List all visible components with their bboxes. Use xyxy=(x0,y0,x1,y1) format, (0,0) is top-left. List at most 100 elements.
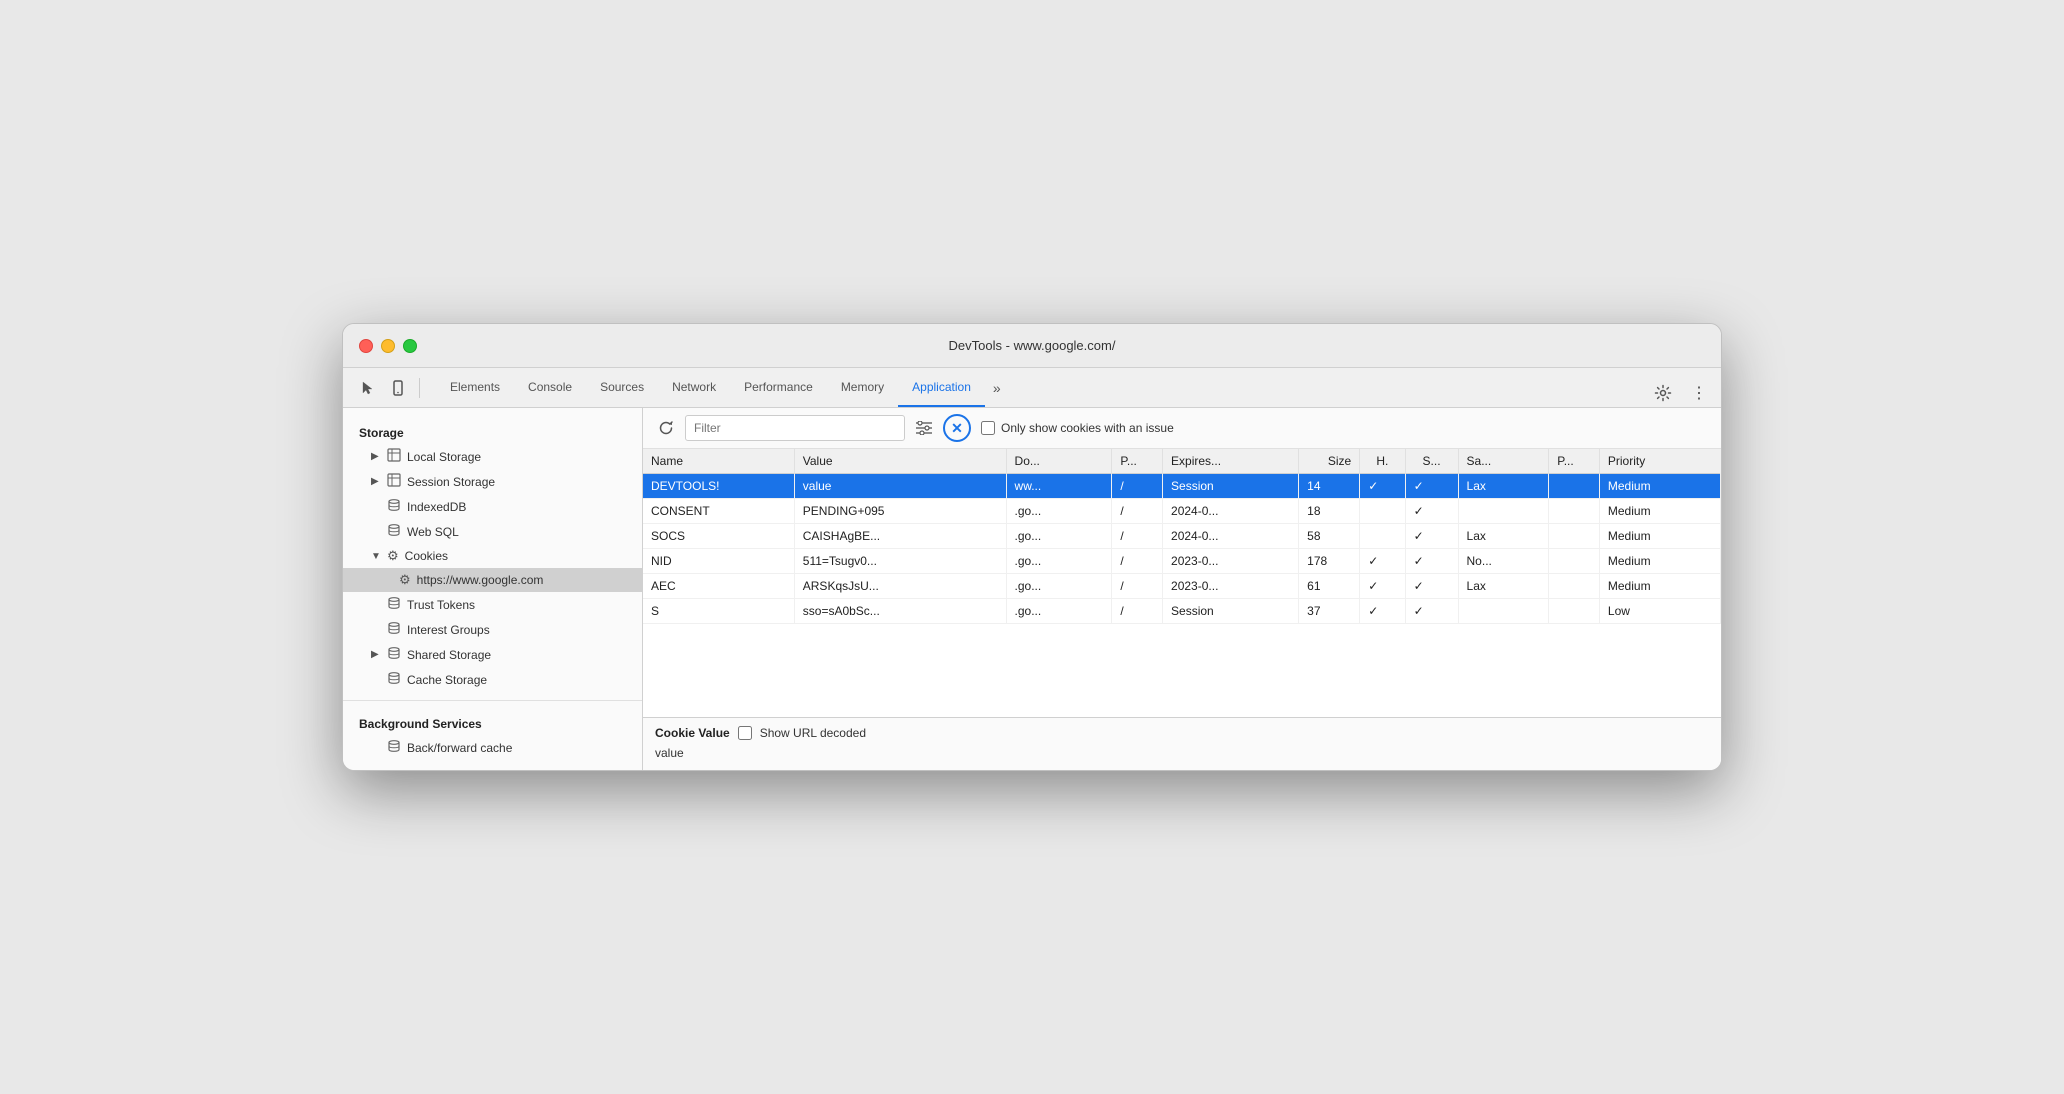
cell-name: DEVTOOLS! xyxy=(643,474,794,499)
cell-httponly: ✓ xyxy=(1360,574,1405,599)
col-header-priority[interactable]: Priority xyxy=(1599,449,1720,474)
back-forward-cache-icon xyxy=(387,739,401,756)
clear-button[interactable]: ✕ xyxy=(943,414,971,442)
sidebar-item-back-forward-cache[interactable]: ▶ Back/forward cache xyxy=(343,735,642,760)
cell-size: 18 xyxy=(1299,499,1360,524)
window-title: DevTools - www.google.com/ xyxy=(949,338,1116,353)
cell-priority2 xyxy=(1549,549,1600,574)
cell-priority: Medium xyxy=(1599,549,1720,574)
cell-path: / xyxy=(1112,474,1163,499)
close-button[interactable] xyxy=(359,339,373,353)
interest-groups-label: Interest Groups xyxy=(407,623,490,637)
col-header-secure[interactable]: S... xyxy=(1405,449,1458,474)
cell-priority: Low xyxy=(1599,599,1720,624)
shared-storage-icon xyxy=(387,646,401,663)
tab-more-button[interactable]: » xyxy=(985,368,1009,407)
cell-path: / xyxy=(1112,524,1163,549)
tab-performance[interactable]: Performance xyxy=(730,368,827,407)
cell-name: AEC xyxy=(643,574,794,599)
sidebar-item-local-storage[interactable]: ▶ Local Storage xyxy=(343,444,642,469)
local-storage-label: Local Storage xyxy=(407,450,481,464)
cell-expires: 2024-0... xyxy=(1163,499,1299,524)
table-row[interactable]: AECARSKqsJsU....go.../2023-0...61✓✓LaxMe… xyxy=(643,574,1721,599)
storage-section-title: Storage xyxy=(343,418,642,444)
cookie-table: Name Value Do... P... Expires... Size H.… xyxy=(643,449,1721,717)
tab-sources[interactable]: Sources xyxy=(586,368,658,407)
devtools-window: DevTools - www.google.com/ xyxy=(342,323,1722,771)
cell-size: 37 xyxy=(1299,599,1360,624)
cell-httponly: ✓ xyxy=(1360,549,1405,574)
sidebar-item-session-storage[interactable]: ▶ Session Storage xyxy=(343,469,642,494)
cell-httponly: ✓ xyxy=(1360,599,1405,624)
table-row[interactable]: NID511=Tsugv0....go.../2023-0...178✓✓No.… xyxy=(643,549,1721,574)
tab-application[interactable]: Application xyxy=(898,368,985,407)
col-header-priority2[interactable]: P... xyxy=(1549,449,1600,474)
main-panel: ✕ Only show cookies with an issue Name V… xyxy=(643,408,1721,770)
sidebar-item-indexeddb[interactable]: ▶ IndexedDB xyxy=(343,494,642,519)
refresh-button[interactable] xyxy=(653,415,679,441)
tabs-bar: Elements Console Sources Network Perform… xyxy=(343,368,1721,408)
cell-domain: .go... xyxy=(1006,499,1112,524)
cursor-icon[interactable] xyxy=(355,375,381,401)
tab-network[interactable]: Network xyxy=(658,368,730,407)
minimize-button[interactable] xyxy=(381,339,395,353)
col-header-httponly[interactable]: H. xyxy=(1360,449,1405,474)
web-sql-icon xyxy=(387,523,401,540)
cell-priority2 xyxy=(1549,524,1600,549)
tab-elements[interactable]: Elements xyxy=(436,368,514,407)
table-row[interactable]: CONSENTPENDING+095.go.../2024-0...18✓Med… xyxy=(643,499,1721,524)
tab-icon-group xyxy=(351,368,428,407)
sidebar-item-web-sql[interactable]: ▶ Web SQL xyxy=(343,519,642,544)
col-header-path[interactable]: P... xyxy=(1112,449,1163,474)
sidebar-item-trust-tokens[interactable]: ▶ Trust Tokens xyxy=(343,592,642,617)
col-header-domain[interactable]: Do... xyxy=(1006,449,1112,474)
cell-value: CAISHAgBE... xyxy=(794,524,1006,549)
cell-size: 14 xyxy=(1299,474,1360,499)
cell-size: 58 xyxy=(1299,524,1360,549)
filter-settings-button[interactable] xyxy=(911,415,937,441)
more-options-icon[interactable]: ⋮ xyxy=(1685,379,1713,407)
sidebar-item-cache-storage[interactable]: ▶ Cache Storage xyxy=(343,667,642,692)
maximize-button[interactable] xyxy=(403,339,417,353)
cell-expires: 2023-0... xyxy=(1163,549,1299,574)
issue-checkbox[interactable] xyxy=(981,421,995,435)
cell-domain: ww... xyxy=(1006,474,1112,499)
table-row[interactable]: DEVTOOLS!valueww.../Session14✓✓LaxMedium xyxy=(643,474,1721,499)
arrow-icon: ▼ xyxy=(371,551,381,562)
col-header-expires[interactable]: Expires... xyxy=(1163,449,1299,474)
cell-priority2 xyxy=(1549,599,1600,624)
cell-samesite xyxy=(1458,599,1549,624)
sidebar-item-cookies[interactable]: ▼ ⚙ Cookies xyxy=(343,544,642,568)
cell-secure: ✓ xyxy=(1405,549,1458,574)
table-row[interactable]: SOCSCAISHAgBE....go.../2024-0...58✓LaxMe… xyxy=(643,524,1721,549)
settings-icon[interactable] xyxy=(1649,379,1677,407)
cell-value: sso=sA0bSc... xyxy=(794,599,1006,624)
sidebar: Storage ▶ Local Storage ▶ xyxy=(343,408,643,770)
col-header-size[interactable]: Size xyxy=(1299,449,1360,474)
sidebar-item-shared-storage[interactable]: ▶ Shared Storage xyxy=(343,642,642,667)
cookies-label: Cookies xyxy=(405,549,448,563)
col-header-value[interactable]: Value xyxy=(794,449,1006,474)
table-row[interactable]: Ssso=sA0bSc....go.../Session37✓✓Low xyxy=(643,599,1721,624)
cell-samesite: Lax xyxy=(1458,574,1549,599)
cell-priority2 xyxy=(1549,474,1600,499)
issue-checkbox-area: Only show cookies with an issue xyxy=(981,421,1174,435)
col-header-samesite[interactable]: Sa... xyxy=(1458,449,1549,474)
cell-httponly: ✓ xyxy=(1360,474,1405,499)
mobile-icon[interactable] xyxy=(385,375,411,401)
filter-input[interactable] xyxy=(685,415,905,441)
sidebar-item-google-cookies[interactable]: ▶ ⚙ https://www.google.com xyxy=(343,568,642,592)
cell-priority: Medium xyxy=(1599,474,1720,499)
tab-console[interactable]: Console xyxy=(514,368,586,407)
show-decoded-label: Show URL decoded xyxy=(760,726,866,740)
devtools-body: Elements Console Sources Network Perform… xyxy=(343,368,1721,770)
cell-name: NID xyxy=(643,549,794,574)
arrow-icon: ▶ xyxy=(371,649,381,660)
bg-services-title: Background Services xyxy=(343,709,642,735)
tab-memory[interactable]: Memory xyxy=(827,368,898,407)
interest-groups-icon xyxy=(387,621,401,638)
sidebar-item-interest-groups[interactable]: ▶ Interest Groups xyxy=(343,617,642,642)
show-decoded-checkbox[interactable] xyxy=(738,726,752,740)
col-header-name[interactable]: Name xyxy=(643,449,794,474)
cell-domain: .go... xyxy=(1006,599,1112,624)
